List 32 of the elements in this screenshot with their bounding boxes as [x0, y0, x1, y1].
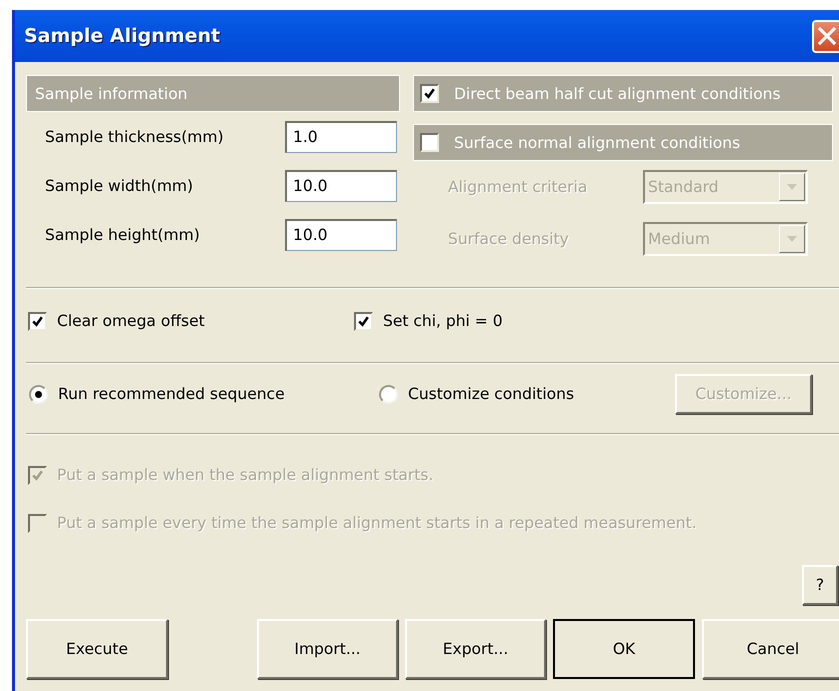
dropdown-label: Alignment criteria: [448, 178, 588, 196]
radio-label[interactable]: Run recommended sequence: [58, 385, 285, 403]
radio-button[interactable]: [29, 384, 48, 404]
checkbox[interactable]: [28, 312, 47, 330]
dialog-button[interactable]: Import...: [257, 619, 398, 679]
field-label: Sample width(mm): [45, 176, 194, 194]
checkbox[interactable]: [420, 84, 439, 103]
section-header: Sample information: [26, 75, 400, 112]
radio-button[interactable]: [379, 384, 398, 404]
checkmark-icon: [422, 86, 437, 101]
dialog-button[interactable]: Export...: [405, 619, 546, 679]
checkbox-label[interactable]: Clear omega offset: [57, 312, 205, 330]
dialog-button[interactable]: Execute: [26, 619, 168, 679]
field-label: Sample height(mm): [45, 226, 201, 244]
close-icon: [817, 26, 837, 46]
checkbox[interactable]: [354, 312, 373, 330]
input-field[interactable]: 1.0: [285, 120, 397, 152]
radio-label[interactable]: Customize conditions: [408, 385, 574, 403]
input-field[interactable]: 10.0: [285, 218, 397, 250]
checkmark-icon: [30, 468, 45, 482]
checkmark-icon: [356, 314, 371, 328]
input-field[interactable]: 10.0: [285, 170, 397, 202]
close-button[interactable]: [812, 20, 839, 52]
dropdown-label: Surface density: [448, 230, 570, 248]
checkbox-label[interactable]: Set chi, phi = 0: [383, 312, 503, 330]
window-title: Sample Alignment: [24, 25, 220, 47]
dialog-button[interactable]: Cancel: [702, 619, 839, 679]
checkbox[interactable]: [420, 133, 439, 152]
dialog-button[interactable]: OK: [553, 619, 695, 679]
help-button[interactable]: ?: [802, 565, 838, 605]
field-label: Sample thickness(mm): [45, 128, 225, 146]
checkmark-icon: [30, 314, 45, 328]
